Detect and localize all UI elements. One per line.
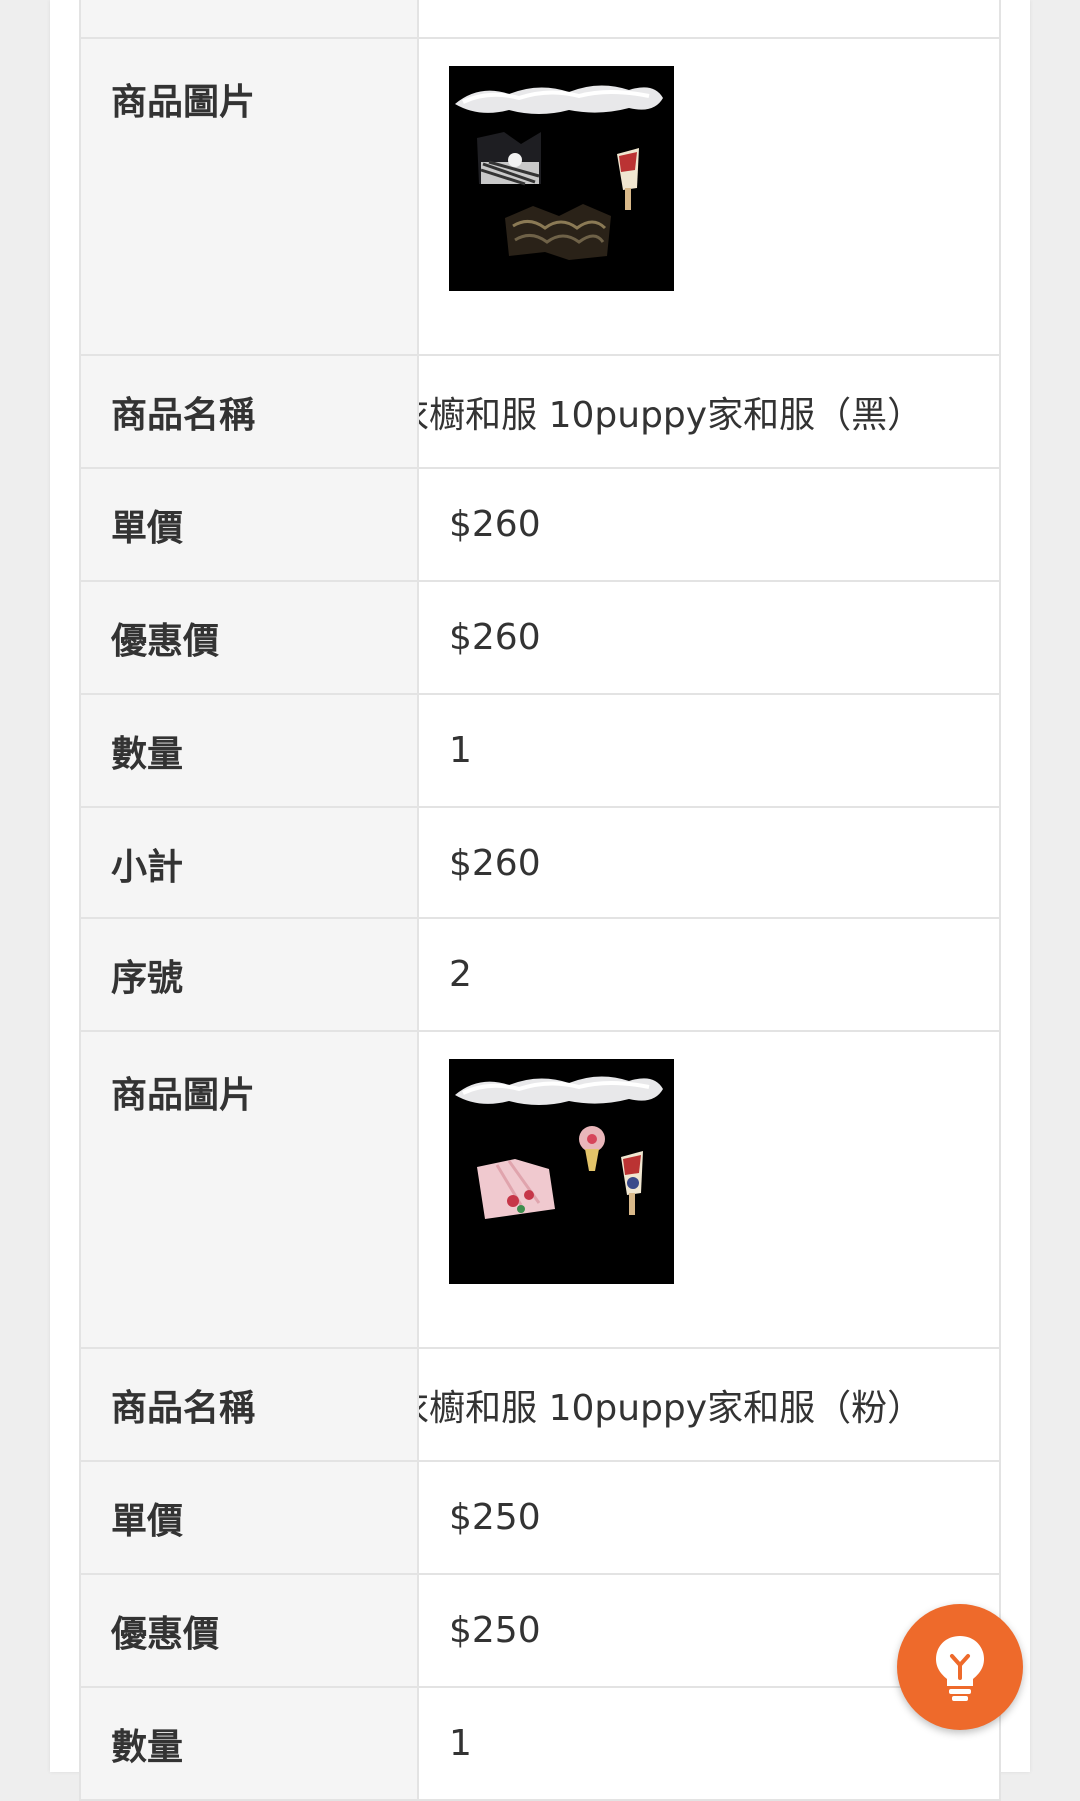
order-item-table: 商品圖片 商品名稱 櫥和服 10puppy家和服（黑） 單價 $260 優惠價 … — [79, 0, 1001, 921]
product-image-label: 商品圖片 — [79, 1030, 419, 1349]
serial-label: 序號 — [79, 917, 419, 1032]
product-image-cell — [417, 1030, 1001, 1349]
quantity-label: 數量 — [79, 693, 419, 808]
product-name-label: 商品名稱 — [79, 1347, 419, 1462]
table-row: 單價 $260 — [79, 467, 1001, 582]
quantity-label: 數量 — [79, 1686, 419, 1801]
table-row: 數量 1 — [79, 693, 1001, 808]
kimono-pink-set-image[interactable] — [449, 1059, 674, 1284]
table-row — [79, 0, 1001, 39]
table-row: 商品名稱 py衣櫥和服 10puppy家和服（粉） — [79, 1347, 1001, 1462]
product-name-label: 商品名稱 — [79, 354, 419, 469]
table-row: 小計 $260 — [79, 806, 1001, 921]
order-item-table: 序號 2 商品圖片 商品名稱 櫥和服 10puppy家和服（粉） 單價 $250… — [79, 917, 1001, 1801]
table-row: 數量 1 — [79, 1686, 1001, 1801]
product-name-cell: py衣櫥和服 10puppy家和服（黑） — [417, 354, 1001, 469]
product-image-cell — [417, 37, 1001, 356]
table-row: 優惠價 $260 — [79, 580, 1001, 695]
tips-fab-button[interactable] — [897, 1604, 1023, 1730]
table-row: 商品圖片 — [79, 1030, 1001, 1349]
table-row: 商品名稱 py衣櫥和服 10puppy家和服（黑） — [79, 354, 1001, 469]
unit-price-value: $260 — [417, 467, 1001, 582]
serial-value: 2 — [417, 917, 1001, 1032]
product-image-label: 商品圖片 — [79, 37, 419, 356]
discount-price-label: 優惠價 — [79, 580, 419, 695]
quantity-value: 1 — [417, 693, 1001, 808]
row-value-cell — [417, 0, 1001, 39]
table-row: 優惠價 $250 — [79, 1573, 1001, 1688]
product-name-cell: py衣櫥和服 10puppy家和服（粉） — [417, 1347, 1001, 1462]
discount-price-value: $260 — [417, 580, 1001, 695]
unit-price-label: 單價 — [79, 467, 419, 582]
unit-price-value: $250 — [417, 1460, 1001, 1575]
unit-price-label: 單價 — [79, 1460, 419, 1575]
table-row: 單價 $250 — [79, 1460, 1001, 1575]
product-name[interactable]: py衣櫥和服 10puppy家和服（粉） — [420, 1379, 998, 1431]
lightbulb-icon — [936, 1636, 984, 1701]
subtotal-value: $260 — [417, 806, 1001, 921]
kimono-black-set-image[interactable] — [449, 66, 674, 291]
subtotal-label: 小計 — [79, 806, 419, 921]
table-row: 序號 2 — [79, 917, 1001, 1032]
discount-price-label: 優惠價 — [79, 1573, 419, 1688]
row-header-cell — [79, 0, 419, 39]
table-row: 商品圖片 — [79, 37, 1001, 356]
product-name[interactable]: py衣櫥和服 10puppy家和服（黑） — [420, 386, 998, 438]
